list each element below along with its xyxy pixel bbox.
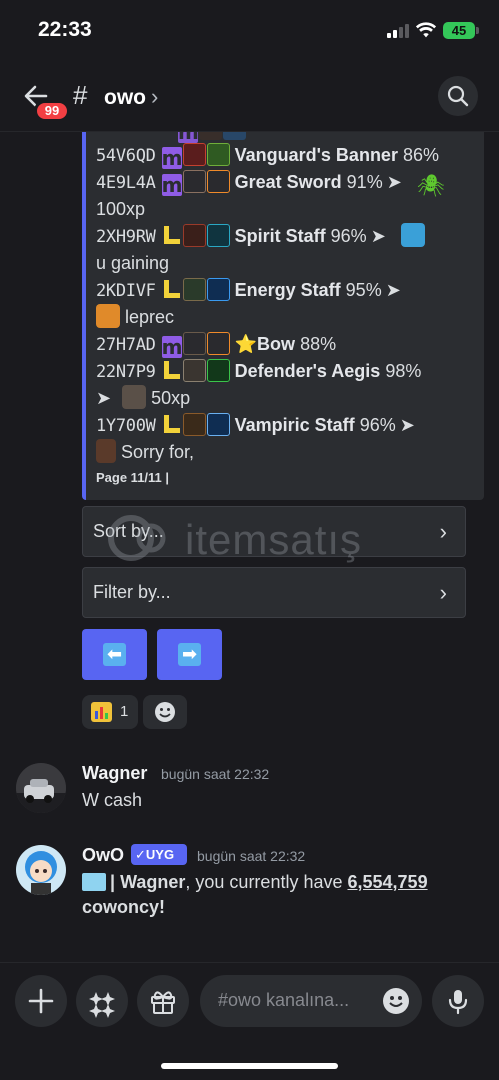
voice-button[interactable] [432, 975, 484, 1027]
wifi-icon [415, 22, 437, 38]
smiley-icon [155, 702, 175, 722]
leprechaun-icon [96, 304, 120, 328]
row-note: Sorry for, [96, 439, 194, 466]
staff-icon [182, 278, 206, 301]
staff-icon [182, 224, 206, 247]
status-time: 22:33 [38, 18, 92, 41]
plus-icon [28, 988, 54, 1014]
ticket-icon [82, 873, 106, 891]
slash-icon [206, 170, 230, 193]
row-note: u gaining [96, 253, 170, 273]
filter-select[interactable]: Filter by... › [82, 567, 466, 618]
spider-icon: 🕷 [416, 173, 445, 198]
inventory-row: 2KDIVF Energy Staff 95% ➤ [96, 278, 401, 301]
inventory-row: 4E9L4A m Great Sword 91% ➤ 🕷 [96, 170, 445, 198]
search-button[interactable] [438, 76, 478, 116]
lion-icon [206, 143, 230, 166]
inventory-embed: m 54V6QD m Vanguard's Banner 86% 4E9L4A m … [82, 110, 484, 500]
row-note: leprec [96, 304, 174, 331]
chart-icon [91, 702, 112, 722]
spirit-icon [206, 224, 230, 247]
app-tag: ✓UYG [131, 844, 187, 865]
message-timestamp: bugün saat 22:32 [197, 848, 306, 864]
microphone-icon [448, 990, 468, 1015]
shield-icon [182, 359, 206, 382]
arrow-left-icon: ⬅ [103, 643, 126, 666]
prev-page-button[interactable]: ⬅ [82, 629, 147, 680]
emoji-icon[interactable] [382, 987, 410, 1015]
add-button[interactable] [15, 975, 67, 1027]
message-text: | Wagner, you currently have 6,554,759 co… [82, 872, 428, 917]
star-icon: ⭐ [234, 334, 258, 354]
sparkles-icon [89, 992, 115, 1018]
apps-button[interactable] [76, 975, 128, 1027]
inventory-row: 22N7P9 Defender's Aegis 98% [96, 359, 422, 382]
chevron-right-icon[interactable]: › [151, 84, 158, 110]
energy-icon [206, 278, 230, 301]
avatar[interactable] [16, 763, 66, 813]
sword-icon [182, 170, 206, 193]
row-note: ➤ 50xp [96, 385, 190, 412]
inventory-row: 54V6QD m Vanguard's Banner 86% [96, 143, 439, 170]
message-author[interactable]: Wagner [82, 763, 147, 784]
message-input[interactable]: #owo kanalına... [200, 975, 422, 1027]
battery-icon: 45 [443, 22, 479, 39]
channel-header: 99 # owo › [0, 62, 499, 132]
bow-icon [182, 332, 206, 355]
banner-icon [182, 143, 206, 166]
vampire-icon [206, 413, 230, 436]
row-note: 100xp [96, 199, 146, 219]
embed-footer: Page 11/11 | [96, 470, 170, 485]
anime-avatar-icon [400, 223, 425, 247]
aegis-icon [206, 359, 230, 382]
inventory-row: 27H7AD m ⭐Bow 88% [96, 332, 337, 359]
message-text: W cash [82, 790, 143, 810]
staff-icon [182, 413, 206, 436]
home-indicator [161, 1063, 338, 1069]
status-bar: 22:33 45 [0, 0, 499, 62]
sloth-icon [122, 385, 147, 409]
message-timestamp: bugün saat 22:32 [161, 766, 270, 782]
gift-icon [151, 991, 175, 1014]
avatar[interactable] [16, 845, 66, 895]
inventory-row: 1Y700W Vampiric Staff 96% ➤ [96, 413, 415, 436]
slash-icon [206, 332, 230, 355]
chevron-right-icon: › [439, 580, 447, 605]
unread-badge: 99 [34, 100, 70, 122]
chevron-right-icon: › [439, 519, 447, 544]
character-icon [96, 439, 116, 463]
channel-name[interactable]: owo [104, 86, 146, 110]
inventory-row: 2XH9RW Spirit Staff 96% ➤ [96, 223, 425, 250]
message-author[interactable]: OwO [82, 845, 124, 866]
hash-icon: # [73, 80, 88, 110]
gift-button[interactable] [137, 975, 189, 1027]
add-reaction-button[interactable] [143, 695, 187, 729]
signal-icon [387, 24, 409, 38]
search-icon [447, 85, 469, 107]
sort-select[interactable]: Sort by... › [82, 506, 466, 557]
reaction-chart[interactable]: 1 [82, 695, 138, 729]
next-page-button[interactable]: ➡ [157, 629, 222, 680]
arrow-right-icon: ➡ [178, 643, 201, 666]
